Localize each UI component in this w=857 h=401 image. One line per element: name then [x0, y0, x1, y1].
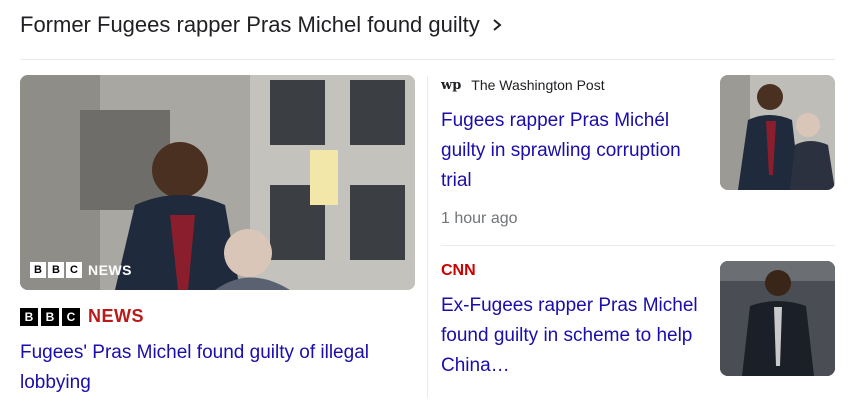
story-3-headline[interactable]: Ex-Fugees rapper Pras Michel found guilt… [441, 291, 711, 381]
story-2-timestamp: 1 hour ago [441, 210, 518, 227]
column-divider [427, 76, 428, 398]
cnn-logo-icon: CNN [441, 262, 475, 278]
section-header[interactable]: Former Fugees rapper Pras Michel found g… [20, 12, 504, 38]
story-2-source: wp The Washington Post [441, 77, 605, 93]
header-divider [20, 59, 835, 60]
bbc-logo-b2: B [41, 307, 59, 326]
main-story-headline[interactable]: Fugees' Pras Michel found guilty of ille… [20, 338, 410, 398]
section-title[interactable]: Former Fugees rapper Pras Michel found g… [20, 12, 480, 38]
bbc-news-logo: B B C NEWS [20, 306, 144, 327]
story-2-thumbnail[interactable] [720, 75, 835, 190]
story-2-photo [720, 75, 835, 190]
bbc-logo-news: NEWS [88, 306, 144, 326]
story-2-headline[interactable]: Fugees rapper Pras Michél guilty in spra… [441, 106, 711, 196]
bbc-news-word: NEWS [88, 262, 132, 278]
bbc-news-watermark: B B C NEWS [30, 262, 132, 278]
washington-post-icon: wp [441, 77, 462, 93]
main-story-image[interactable]: B B C NEWS [20, 75, 415, 290]
bbc-letter-c: C [66, 262, 82, 278]
main-story-photo [20, 75, 415, 290]
bbc-logo-c: C [62, 307, 80, 326]
story-divider [441, 245, 835, 246]
story-2-source-name: The Washington Post [471, 77, 605, 93]
chevron-right-icon[interactable] [490, 18, 504, 32]
svg-text:CNN: CNN [441, 262, 475, 278]
story-3-photo [720, 261, 835, 376]
story-3-thumbnail[interactable] [720, 261, 835, 376]
bbc-letter-b1: B [30, 262, 46, 278]
bbc-logo-b1: B [20, 307, 38, 326]
bbc-letter-b2: B [48, 262, 64, 278]
